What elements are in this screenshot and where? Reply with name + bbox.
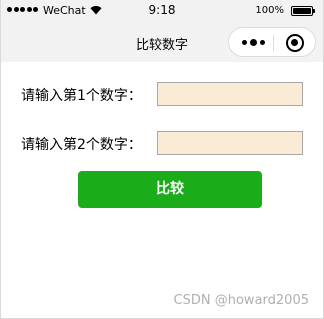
menu-capsule [228, 27, 316, 57]
number2-label: 请输入第2个数字： [21, 137, 142, 153]
number1-input[interactable] [157, 82, 303, 106]
status-bar: WeChat 9:18 100% [1, 0, 323, 22]
battery-percent: 100% [255, 5, 284, 16]
more-icon[interactable] [242, 39, 265, 46]
navigation-bar: 比较数字 [1, 22, 323, 62]
compare-button[interactable]: 比较 [78, 171, 262, 208]
capsule-divider [273, 35, 274, 51]
number1-label: 请输入第1个数字： [21, 88, 142, 104]
number2-input[interactable] [157, 131, 303, 155]
battery-icon [291, 6, 315, 16]
close-miniprogram-icon[interactable] [286, 34, 304, 52]
watermark: CSDN @howard2005 [173, 293, 309, 308]
app-screen: WeChat 9:18 100% 比较数字 请输入第1个数字： 请输入第2个数字… [0, 0, 324, 319]
